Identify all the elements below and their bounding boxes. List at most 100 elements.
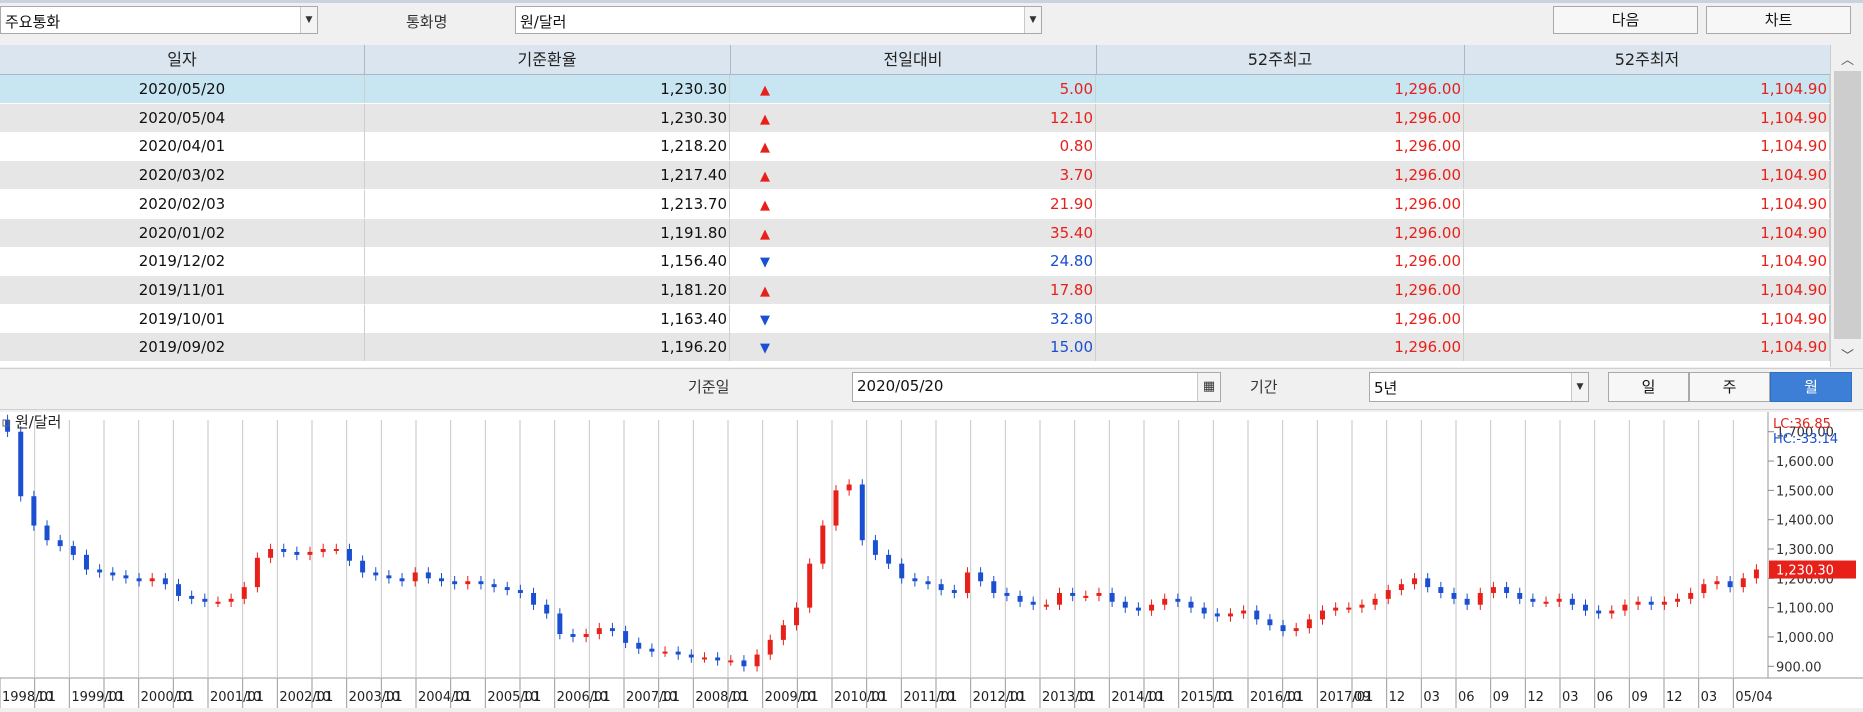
interval-month-button[interactable]: 월 [1770, 372, 1852, 402]
candle-body [688, 654, 694, 658]
candle-body [531, 592, 537, 605]
candle-body [189, 595, 195, 599]
cell-rate: 1,230.30 [364, 103, 730, 132]
table-row[interactable]: 2020/02/03 1,213.70 ▲ 21.90 1,296.00 1,104.90 [0, 189, 1830, 218]
candle-body [1438, 587, 1444, 593]
period-select-value: 5년 [1374, 379, 1398, 397]
scrollbar-thumb[interactable] [1834, 71, 1861, 339]
rate-chart[interactable]: 1998/01 10 1999/01 10 2000/01 10 2001/01 10 2002… [0, 412, 1863, 708]
col-header-date[interactable]: 일자 [0, 45, 365, 74]
candle-body [1477, 592, 1483, 605]
cell-date: 2019/09/02 [0, 333, 365, 362]
x-tick-label: 10 [1285, 690, 1302, 705]
candle-body [886, 554, 892, 564]
cell-change: 0.80 [800, 132, 1096, 161]
period-select[interactable]: 5년 ▼ [1369, 372, 1589, 402]
period-label: 기간 [1250, 378, 1278, 396]
cell-change: 32.80 [800, 304, 1096, 333]
candle-body [1425, 578, 1431, 588]
cell-52w-low: 1,104.90 [1464, 189, 1830, 218]
candle-body [767, 639, 773, 655]
candle-body [1359, 604, 1365, 608]
down-arrow-icon: ▼ [760, 255, 770, 271]
x-tick-label: 10 [245, 690, 262, 705]
scroll-up-icon[interactable]: ︿ [1831, 49, 1863, 68]
candle-body [504, 587, 510, 591]
candle-body [1017, 595, 1023, 602]
interval-day-button[interactable]: 일 [1608, 372, 1689, 402]
candlestick-chart[interactable]: 1998/0110 1999/0110 2000/0110 2001/0110 2002… [0, 412, 1863, 708]
cell-52w-low: 1,104.90 [1464, 75, 1830, 103]
candle-body [1517, 592, 1523, 599]
cell-rate: 1,213.70 [364, 189, 730, 218]
candle-body [912, 578, 918, 582]
scroll-down-icon[interactable]: ﹀ [1831, 345, 1863, 364]
x-tick-label: 10 [869, 690, 886, 705]
candle-body [136, 578, 142, 582]
candle-body [1267, 619, 1273, 626]
calendar-icon[interactable]: ▦ [1197, 373, 1220, 401]
interval-week-button[interactable]: 주 [1689, 372, 1770, 402]
cell-change: 15.00 [800, 333, 1096, 362]
category-select[interactable]: 주요통화 ▼ [0, 6, 318, 34]
next-button[interactable]: 다음 [1553, 6, 1698, 34]
cell-direction: ▲ [730, 219, 800, 247]
cell-52w-high: 1,296.00 [1096, 275, 1464, 304]
candle-body [794, 607, 800, 626]
base-date-input[interactable]: 2020/05/20 ▦ [852, 372, 1221, 402]
x-tick-label: 10 [1215, 690, 1232, 705]
candle-body [1543, 601, 1549, 604]
col-header-rate[interactable]: 기준환율 [364, 45, 731, 74]
cell-52w-low: 1,104.90 [1464, 275, 1830, 304]
candle-body [1306, 619, 1312, 629]
currency-select[interactable]: 원/달러 ▼ [515, 6, 1042, 34]
table-row[interactable]: 2019/10/01 1,163.40 ▼ 32.80 1,296.00 1,104.90 [0, 304, 1830, 333]
chevron-down-icon[interactable]: ▼ [300, 7, 317, 33]
candle-body [1412, 578, 1418, 585]
table-scrollbar[interactable]: ︿ ﹀ [1830, 45, 1863, 367]
candle-body [478, 581, 484, 585]
table-row[interactable]: 2019/11/01 1,181.20 ▲ 17.80 1,296.00 1,104.90 [0, 275, 1830, 304]
cell-change: 5.00 [800, 75, 1096, 103]
chevron-down-icon[interactable]: ▼ [1571, 373, 1588, 401]
cell-direction: ▲ [730, 161, 800, 189]
x-tick-label: 10 [175, 690, 192, 705]
candle-body [439, 578, 444, 582]
col-header-change[interactable]: 전일대비 [730, 45, 1097, 74]
candle-body [1149, 604, 1155, 611]
cell-date: 2020/01/02 [0, 218, 365, 247]
up-arrow-icon: ▲ [760, 226, 770, 242]
candle-body [1227, 613, 1233, 617]
table-header: 일자 기준환율 전일대비 52주최고 52주최저 [0, 45, 1830, 75]
candle-body [662, 651, 668, 654]
candle-body [846, 484, 852, 491]
cell-date: 2020/04/01 [0, 132, 365, 161]
x-tick-label: 09 [1354, 690, 1371, 705]
cell-change: 21.90 [800, 189, 1096, 218]
table-row[interactable]: 2020/04/01 1,218.20 ▲ 0.80 1,296.00 1,104.90 [0, 132, 1830, 161]
table-row[interactable]: 2020/05/20 1,230.30 ▲ 5.00 1,296.00 1,104.90 [0, 75, 1830, 103]
candle-body [544, 604, 550, 614]
table-row[interactable]: 2020/03/02 1,217.40 ▲ 3.70 1,296.00 1,104.90 [0, 161, 1830, 190]
col-header-52w-low[interactable]: 52주최저 [1464, 45, 1830, 74]
cell-52w-low: 1,104.90 [1464, 247, 1830, 276]
cell-direction: ▼ [730, 305, 800, 333]
table-row[interactable]: 2020/01/02 1,191.80 ▲ 35.40 1,296.00 1,104.90 [0, 218, 1830, 247]
x-tick-label: 10 [106, 690, 123, 705]
x-tick-label: 10 [1077, 690, 1094, 705]
candle-body [1004, 592, 1010, 596]
candle-body [1530, 598, 1536, 602]
col-header-52w-high[interactable]: 52주최고 [1096, 45, 1465, 74]
table-row[interactable]: 2020/05/04 1,230.30 ▲ 12.10 1,296.00 1,104.90 [0, 103, 1830, 132]
chevron-down-icon[interactable]: ▼ [1024, 7, 1041, 33]
y-tick-label: 1,400.00 [1776, 514, 1834, 529]
x-tick-label: 10 [730, 690, 747, 705]
exchange-rate-table: 일자 기준환율 전일대비 52주최고 52주최저 2020/05/20 1,230… [0, 45, 1830, 367]
table-row[interactable]: 2019/12/02 1,156.40 ▼ 24.80 1,296.00 1,104.90 [0, 247, 1830, 276]
cell-rate: 1,181.20 [364, 275, 730, 304]
candle-body [452, 581, 458, 585]
cell-direction: ▼ [730, 247, 800, 275]
base-date-value: 2020/05/20 [857, 377, 944, 395]
table-row[interactable]: 2019/09/02 1,196.20 ▼ 15.00 1,296.00 1,104.90 [0, 333, 1830, 362]
chart-button[interactable]: 차트 [1706, 6, 1851, 34]
